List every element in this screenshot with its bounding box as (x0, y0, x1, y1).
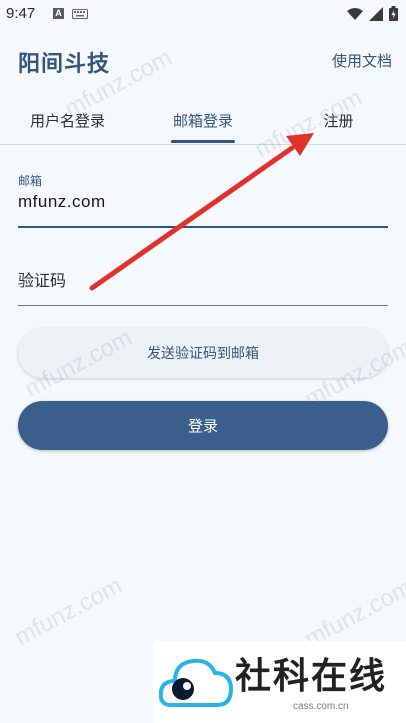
logo-url: cass.com.cn (293, 701, 349, 712)
annotation-arrow (89, 133, 314, 291)
cloud-eye-logo-icon (159, 658, 233, 707)
site-logo: 社科在线 cass.com.cn (153, 641, 406, 723)
logo-text: 社科在线 (235, 656, 388, 697)
